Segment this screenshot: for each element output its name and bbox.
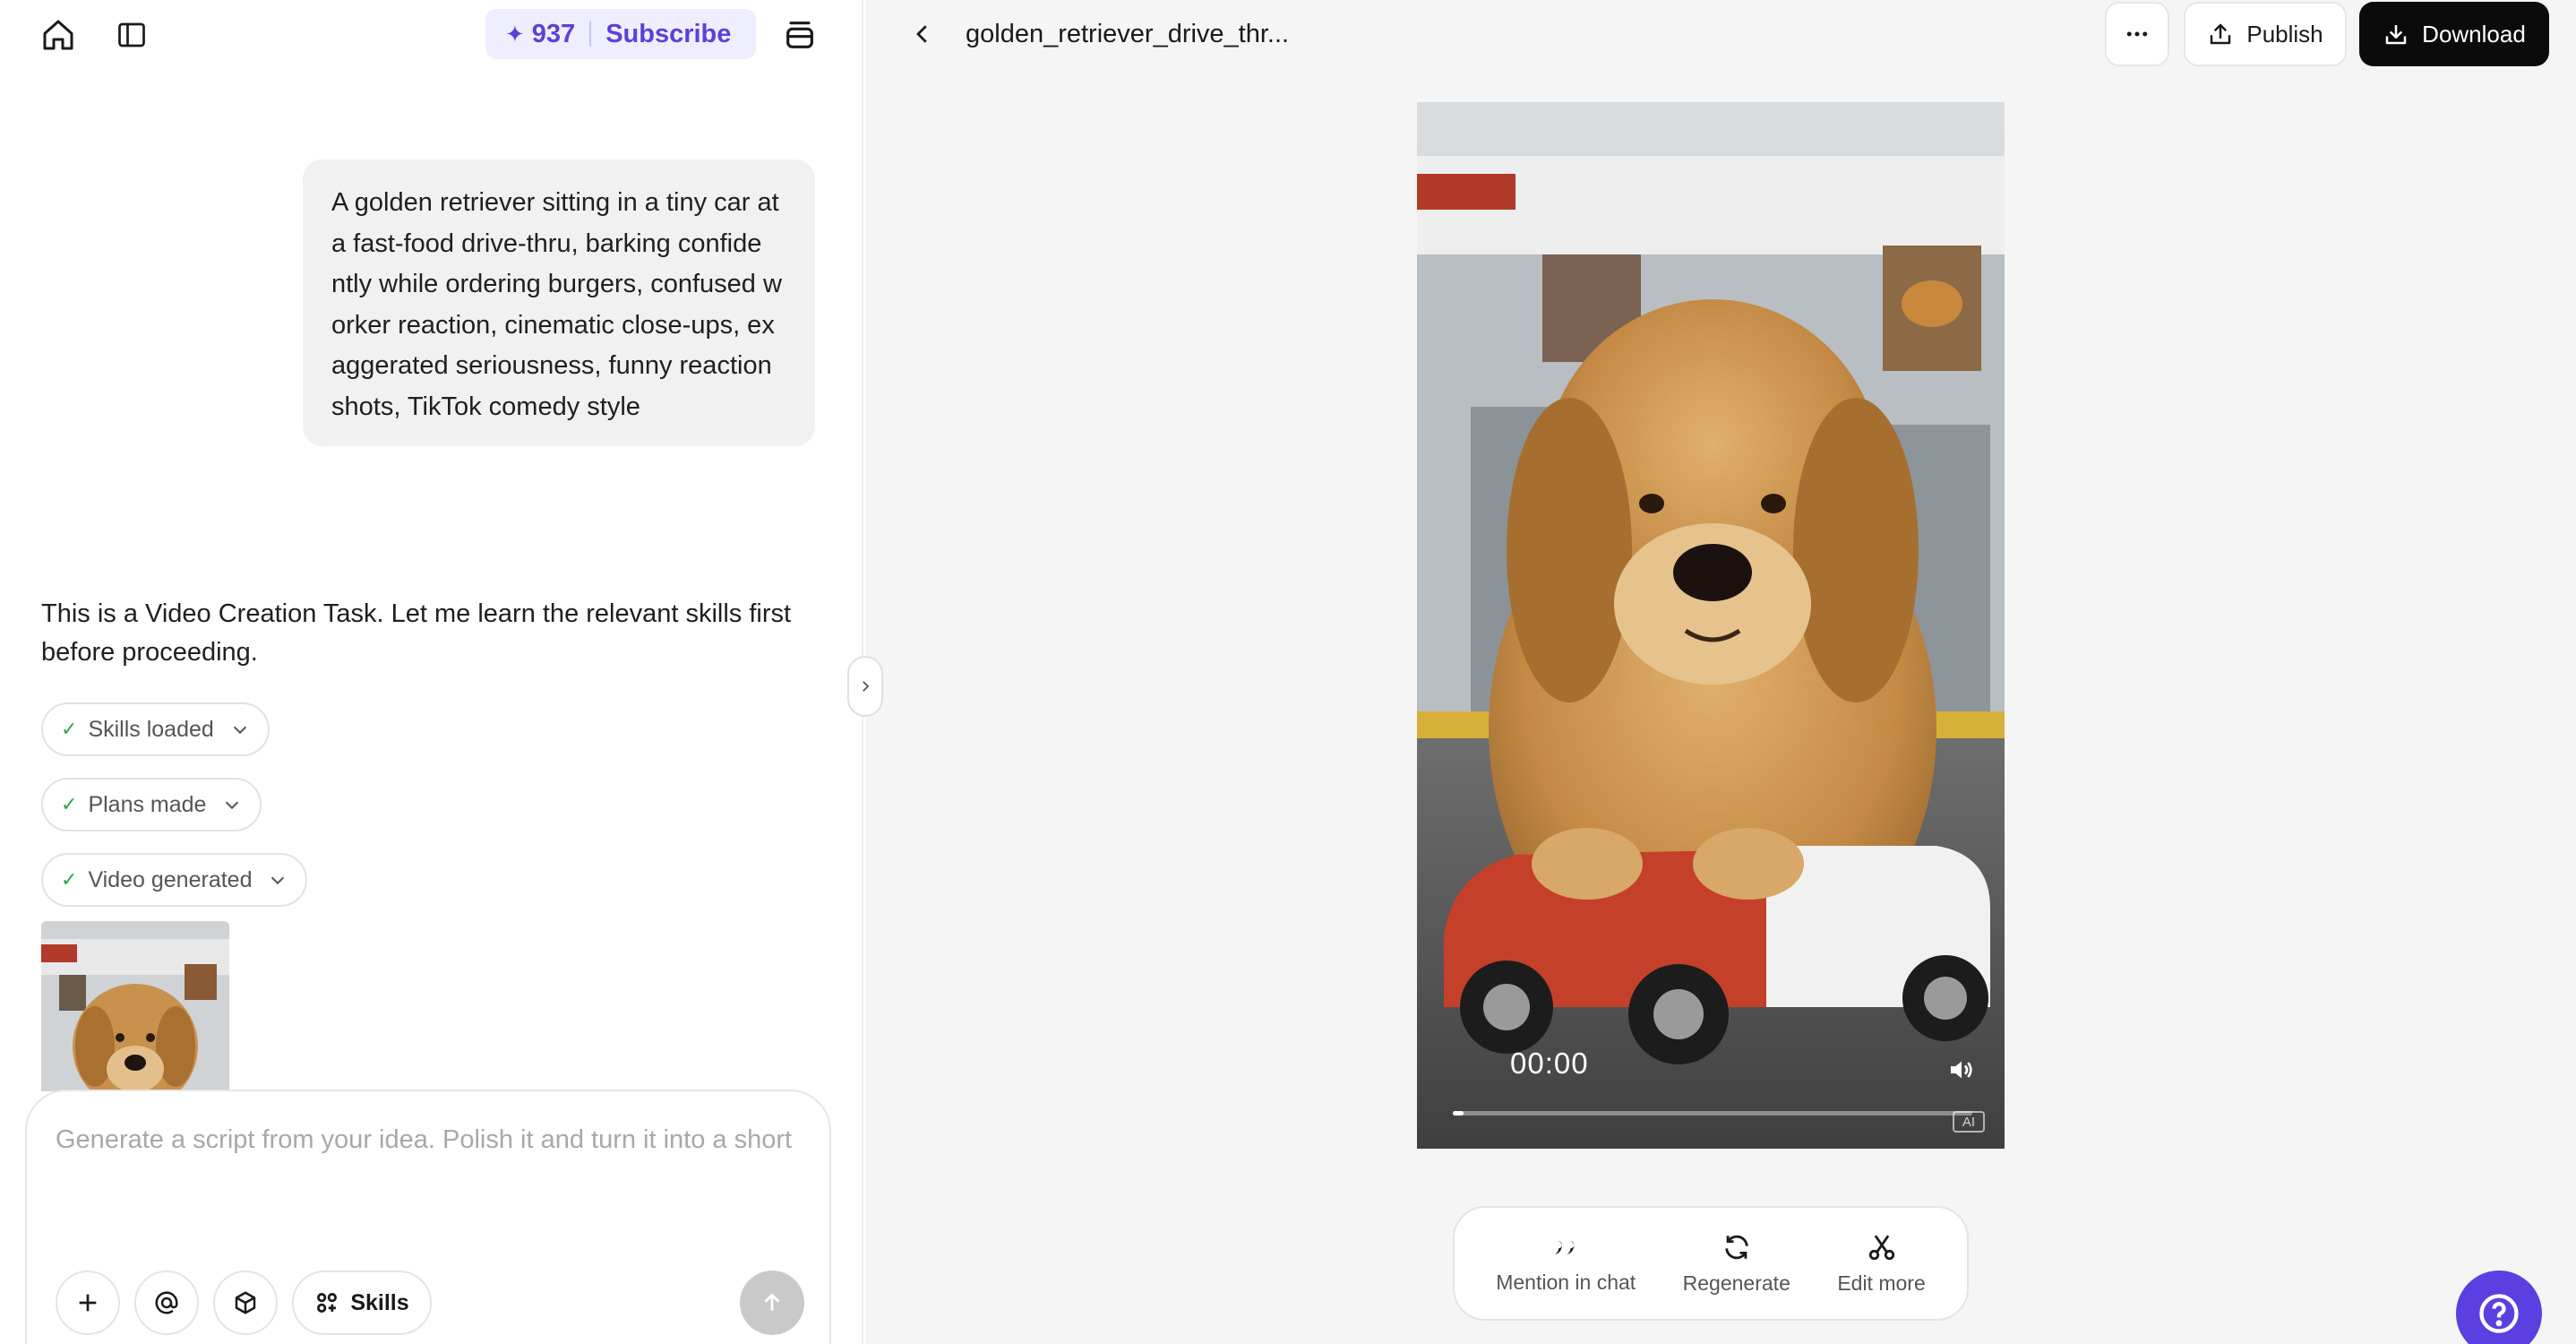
video-frame: [1417, 102, 2005, 1149]
video-action-bar: Mention in chat Regenerate Edit more: [1453, 1206, 1969, 1321]
scissors-icon: [1868, 1234, 1894, 1260]
download-button[interactable]: Download: [2359, 2, 2549, 66]
user-message-line: ntly while ordering burgers, confused w: [331, 270, 782, 298]
edit-more-label: Edit more: [1837, 1271, 1926, 1295]
cube-icon: [235, 1291, 256, 1314]
ai-watermark: AI: [1953, 1111, 1985, 1133]
step-chip-video[interactable]: ✓ Video generated: [41, 853, 308, 907]
skills-icon: [317, 1293, 338, 1313]
stack-icon[interactable]: [779, 14, 820, 56]
arrow-up-icon: [764, 1293, 780, 1311]
volume-button[interactable]: [1944, 1052, 1979, 1088]
volume-icon: [1951, 1061, 1972, 1079]
download-icon: [2385, 25, 2407, 45]
step-label: Skills loaded: [88, 716, 214, 742]
edit-more-button[interactable]: Edit more: [1837, 1232, 1926, 1296]
credits-count: 937: [531, 19, 576, 48]
step-chip-plans[interactable]: ✓ Plans made: [41, 778, 262, 831]
refresh-icon: [1725, 1235, 1748, 1259]
check-icon: ✓: [61, 868, 78, 891]
user-message-line: orker reaction, cinematic close-ups, ex: [331, 310, 775, 340]
video-thumbnail[interactable]: [41, 921, 229, 1091]
mention-label: Mention in chat: [1496, 1270, 1636, 1294]
prompt-input[interactable]: [56, 1125, 808, 1215]
chevron-right-icon: [863, 681, 870, 692]
mention-button[interactable]: [134, 1271, 199, 1335]
chevron-left-icon: [916, 25, 927, 43]
divider: [589, 22, 592, 47]
sparkle-icon: ✦: [505, 20, 525, 47]
user-message: A golden retriever sitting in a tiny car…: [303, 159, 815, 446]
video-progress-fill: [1453, 1111, 1464, 1116]
sidebar-toggle-icon[interactable]: [111, 14, 152, 56]
step-label: Video generated: [88, 866, 253, 892]
user-message-line: a fast-food drive-thru, barking confide: [331, 228, 762, 258]
skills-label: Skills: [350, 1289, 409, 1315]
assistant-message-line: This is a Video Creation Task. Let me le…: [41, 599, 792, 628]
quote-icon: [1555, 1240, 1575, 1254]
panel-collapse-handle[interactable]: [847, 656, 883, 717]
question-icon: [2479, 1294, 2519, 1333]
step-label: Plans made: [88, 791, 207, 817]
video-timecode: 00:00: [1510, 1047, 1589, 1080]
chevron-down-icon: [268, 870, 288, 890]
model-button[interactable]: [213, 1271, 278, 1335]
publish-button[interactable]: Publish: [2184, 2, 2347, 66]
chat-panel: ✦ 937 Subscribe A golden retriever sitti…: [0, 0, 863, 1344]
send-button[interactable]: [740, 1271, 804, 1335]
file-title: golden_retriever_drive_thr...: [966, 20, 1290, 48]
plus-icon: [79, 1294, 97, 1312]
regenerate-label: Regenerate: [1682, 1271, 1790, 1295]
share-icon: [2211, 23, 2231, 45]
credits-subscribe[interactable]: ✦ 937 Subscribe: [485, 9, 756, 59]
chevron-down-icon: [222, 795, 242, 814]
mention-in-chat-button[interactable]: Mention in chat: [1496, 1233, 1636, 1295]
add-attachment-button[interactable]: [56, 1271, 120, 1335]
more-options-button[interactable]: [2105, 2, 2169, 66]
back-button[interactable]: [906, 18, 939, 50]
user-message-line: aggerated seriousness, funny reaction: [331, 351, 772, 380]
assistant-message: This is a Video Creation Task. Let me le…: [41, 595, 829, 672]
assistant-message-line: before proceeding.: [41, 638, 258, 667]
subscribe-button[interactable]: Subscribe: [605, 20, 731, 49]
check-icon: ✓: [61, 718, 78, 740]
chat-topbar: ✦ 937 Subscribe: [0, 0, 862, 68]
preview-panel: golden_retriever_drive_thr... Publish Do…: [865, 0, 2576, 1344]
video-progress-bar[interactable]: [1453, 1111, 1972, 1116]
download-label: Download: [2422, 20, 2526, 47]
at-icon: [155, 1291, 178, 1314]
home-icon[interactable]: [38, 14, 79, 56]
step-chip-skills[interactable]: ✓ Skills loaded: [41, 702, 270, 756]
skills-button[interactable]: Skills: [292, 1271, 432, 1335]
user-message-line: A golden retriever sitting in a tiny car…: [331, 188, 779, 217]
chevron-down-icon: [230, 719, 250, 739]
regenerate-button[interactable]: Regenerate: [1683, 1232, 1790, 1296]
check-icon: ✓: [61, 793, 78, 815]
video-player[interactable]: 00:00 AI: [1417, 102, 2005, 1149]
publish-label: Publish: [2246, 20, 2323, 47]
ellipsis-icon: [2126, 31, 2148, 37]
user-message-line: shots, TikTok comedy style: [331, 392, 640, 421]
